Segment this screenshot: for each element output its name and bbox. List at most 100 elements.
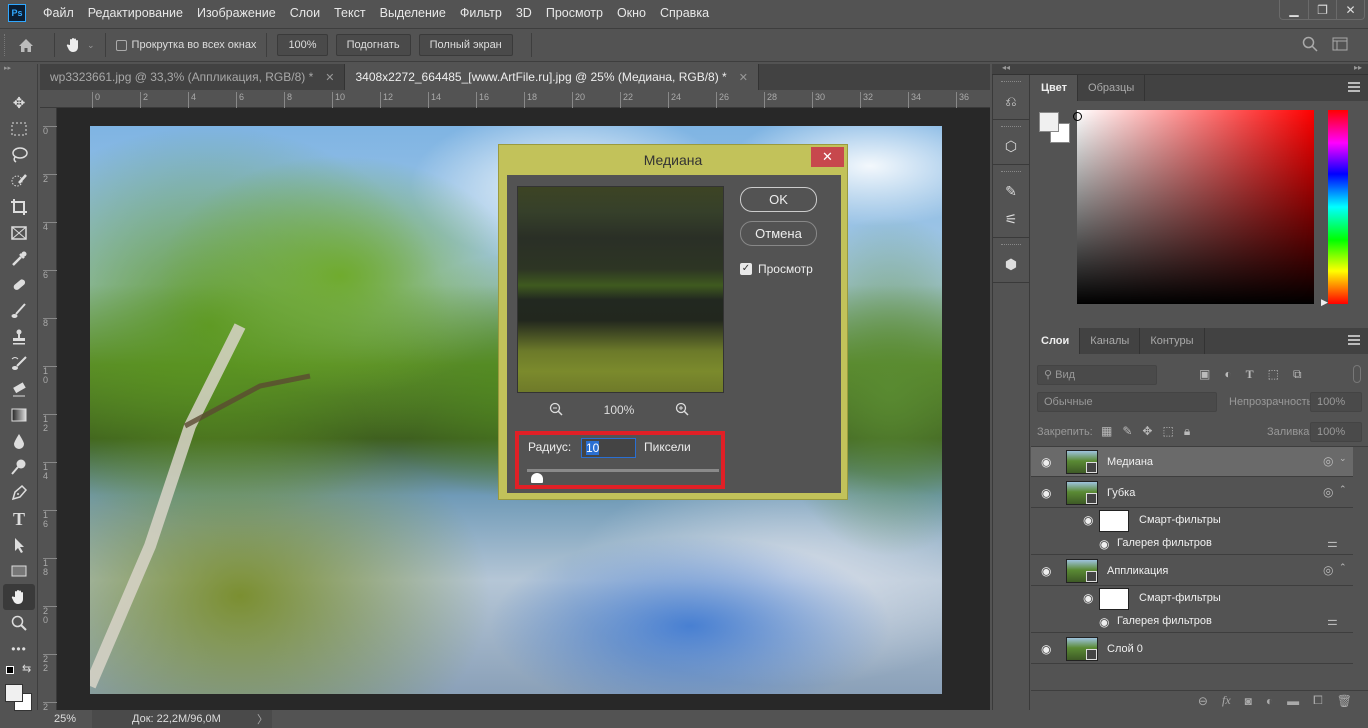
cancel-button[interactable]: Отмена bbox=[740, 221, 817, 246]
hand-tool-icon[interactable] bbox=[3, 584, 35, 610]
blend-mode-select[interactable]: Обычные bbox=[1037, 392, 1217, 412]
zoom-level[interactable]: 25% bbox=[40, 713, 92, 725]
zoom-in-icon[interactable] bbox=[675, 402, 689, 419]
3d-layers-icon[interactable]: ⬡ bbox=[993, 132, 1029, 160]
visibility-eye-icon[interactable]: ◉ bbox=[1099, 537, 1113, 551]
eyedropper-tool-icon[interactable] bbox=[0, 246, 38, 272]
tab-document-1[interactable]: wp3323661.jpg @ 33,3% (Аппликация, RGB/8… bbox=[40, 64, 346, 90]
collapse-panels-icon[interactable]: ▸▸ bbox=[1354, 63, 1362, 72]
menu-edit[interactable]: Редактирование bbox=[81, 0, 190, 26]
pen-tool-icon[interactable] bbox=[0, 480, 38, 506]
quick-selection-tool-icon[interactable] bbox=[0, 168, 38, 194]
visibility-eye-icon[interactable]: ◉ bbox=[1041, 455, 1055, 469]
smart-filters-row[interactable]: ◉ Смарт-фильтры bbox=[1031, 509, 1353, 533]
menu-file[interactable]: Файл bbox=[36, 0, 81, 26]
visibility-eye-icon[interactable]: ◉ bbox=[1083, 513, 1097, 527]
brush-presets-icon[interactable]: ⚟ bbox=[993, 205, 1029, 233]
tab-paths[interactable]: Контуры bbox=[1140, 328, 1205, 354]
filter-blending-options-icon[interactable]: ⚌ bbox=[1327, 614, 1338, 628]
smart-filter-icon[interactable]: ◎ bbox=[1323, 454, 1333, 468]
fill-screen-button[interactable]: Полный экран bbox=[418, 34, 513, 56]
close-tab-icon[interactable]: ✕ bbox=[739, 71, 748, 84]
panel-menu-icon[interactable] bbox=[1348, 82, 1360, 92]
history-icon[interactable]: ⎌ bbox=[993, 87, 1029, 115]
ok-button[interactable]: OK bbox=[740, 187, 817, 212]
shape-filter-icon[interactable]: ⬚ bbox=[1268, 367, 1279, 382]
visibility-eye-icon[interactable]: ◉ bbox=[1041, 564, 1055, 578]
collapse-dock-icon[interactable]: ◂◂ bbox=[1002, 63, 1010, 72]
lasso-tool-icon[interactable] bbox=[0, 142, 38, 168]
color-picker-cursor[interactable] bbox=[1073, 112, 1082, 121]
layer-row[interactable]: ◉ Медиана ◎ ⌄ bbox=[1031, 447, 1353, 477]
crop-tool-icon[interactable] bbox=[0, 194, 38, 220]
zoom-100-button[interactable]: 100% bbox=[277, 34, 328, 56]
dodge-tool-icon[interactable] bbox=[0, 454, 38, 480]
tab-layers[interactable]: Слои bbox=[1031, 328, 1081, 354]
panel-menu-icon[interactable] bbox=[1348, 335, 1360, 345]
marquee-tool-icon[interactable] bbox=[0, 116, 38, 142]
filter-toggle[interactable] bbox=[1353, 365, 1361, 383]
doc-info[interactable]: Док: 22,2M/96,0M 〉 bbox=[92, 710, 272, 728]
rectangle-tool-icon[interactable] bbox=[0, 558, 38, 584]
tab-document-2[interactable]: 3408x2272_664485_[www.ArtFile.ru].jpg @ … bbox=[345, 64, 759, 90]
menu-view[interactable]: Просмотр bbox=[539, 0, 610, 26]
visibility-eye-icon[interactable]: ◉ bbox=[1041, 642, 1055, 656]
blur-tool-icon[interactable] bbox=[0, 428, 38, 454]
menu-layers[interactable]: Слои bbox=[283, 0, 327, 26]
toolbar-grip[interactable] bbox=[0, 74, 37, 90]
add-mask-icon[interactable]: ◙ bbox=[1245, 694, 1252, 708]
type-filter-icon[interactable]: T bbox=[1246, 367, 1254, 382]
radius-slider-track[interactable] bbox=[527, 469, 719, 472]
tool-preset-picker[interactable]: ⌄ bbox=[65, 36, 95, 54]
move-tool-icon[interactable]: ✥ bbox=[0, 90, 38, 116]
restore-button[interactable]: ❐ bbox=[1308, 0, 1336, 19]
type-tool-icon[interactable]: T bbox=[0, 506, 38, 532]
lock-position-icon[interactable]: ✥ bbox=[1142, 424, 1152, 439]
filter-preview[interactable] bbox=[517, 186, 724, 393]
layer-row[interactable]: ◉ Губка ◎ ⌃ bbox=[1031, 478, 1353, 508]
collapse-chevron-icon[interactable]: ⌃ bbox=[1339, 484, 1347, 495]
opacity-input[interactable]: 100% bbox=[1310, 392, 1362, 412]
smart-filter-icon[interactable]: ◎ bbox=[1323, 485, 1333, 499]
frame-tool-icon[interactable] bbox=[0, 220, 38, 246]
filter-blending-options-icon[interactable]: ⚌ bbox=[1327, 536, 1338, 550]
new-group-icon[interactable]: ▬ bbox=[1287, 694, 1299, 708]
dialog-title[interactable]: Медиана bbox=[499, 145, 847, 175]
history-brush-tool-icon[interactable] bbox=[0, 350, 38, 376]
delete-layer-icon[interactable]: 🗑︎ bbox=[1337, 694, 1352, 708]
visibility-eye-icon[interactable]: ◉ bbox=[1099, 615, 1113, 629]
swap-colors-icon[interactable]: ⇆ bbox=[22, 662, 31, 675]
foreground-color-swatch[interactable] bbox=[5, 684, 23, 702]
search-icon[interactable] bbox=[1302, 36, 1318, 55]
zoom-tool-icon[interactable] bbox=[0, 610, 38, 636]
fill-input[interactable]: 100% bbox=[1310, 422, 1362, 442]
zoom-out-icon[interactable] bbox=[549, 402, 563, 419]
menu-help[interactable]: Справка bbox=[653, 0, 716, 26]
vertical-ruler[interactable]: 024681 01 21 41 61 82 02 22 bbox=[40, 108, 57, 712]
scroll-all-windows-checkbox[interactable]: Прокрутка во всех окнах bbox=[115, 39, 256, 51]
pixel-filter-icon[interactable]: ▣ bbox=[1199, 367, 1210, 382]
layer-row[interactable]: ◉ Слой 0 bbox=[1031, 634, 1353, 664]
visibility-eye-icon[interactable]: ◉ bbox=[1083, 591, 1097, 605]
lock-all-icon[interactable]: 🔒︎ bbox=[1184, 424, 1190, 439]
filter-row[interactable]: ◉ Галерея фильтров ⚌ bbox=[1031, 533, 1353, 555]
default-colors-icon[interactable] bbox=[6, 666, 14, 674]
hue-slider-thumb[interactable]: ▶ bbox=[1321, 297, 1328, 308]
brush-tool-icon[interactable] bbox=[0, 298, 38, 324]
menu-window[interactable]: Окно bbox=[610, 0, 653, 26]
home-button[interactable] bbox=[8, 38, 44, 53]
adjustment-layer-icon[interactable]: ◐ bbox=[1266, 694, 1273, 708]
menu-3d[interactable]: 3D bbox=[509, 0, 539, 26]
smart-object-filter-icon[interactable]: ⧉ bbox=[1293, 367, 1302, 382]
lock-artboard-icon[interactable]: ⬚ bbox=[1162, 424, 1173, 439]
expand-toolbar-icon[interactable]: ▸▸ bbox=[0, 64, 37, 74]
tab-color[interactable]: Цвет bbox=[1031, 75, 1079, 101]
foreground-color-swatch[interactable] bbox=[1039, 112, 1059, 132]
dialog-close-button[interactable]: ✕ bbox=[811, 147, 844, 167]
smart-filters-row[interactable]: ◉ Смарт-фильтры bbox=[1031, 587, 1353, 611]
menu-type[interactable]: Текст bbox=[327, 0, 372, 26]
color-spectrum[interactable] bbox=[1073, 110, 1314, 304]
hue-slider[interactable] bbox=[1328, 110, 1348, 304]
minimize-button[interactable]: ▁ bbox=[1280, 0, 1308, 19]
tab-swatches[interactable]: Образцы bbox=[1078, 75, 1146, 101]
